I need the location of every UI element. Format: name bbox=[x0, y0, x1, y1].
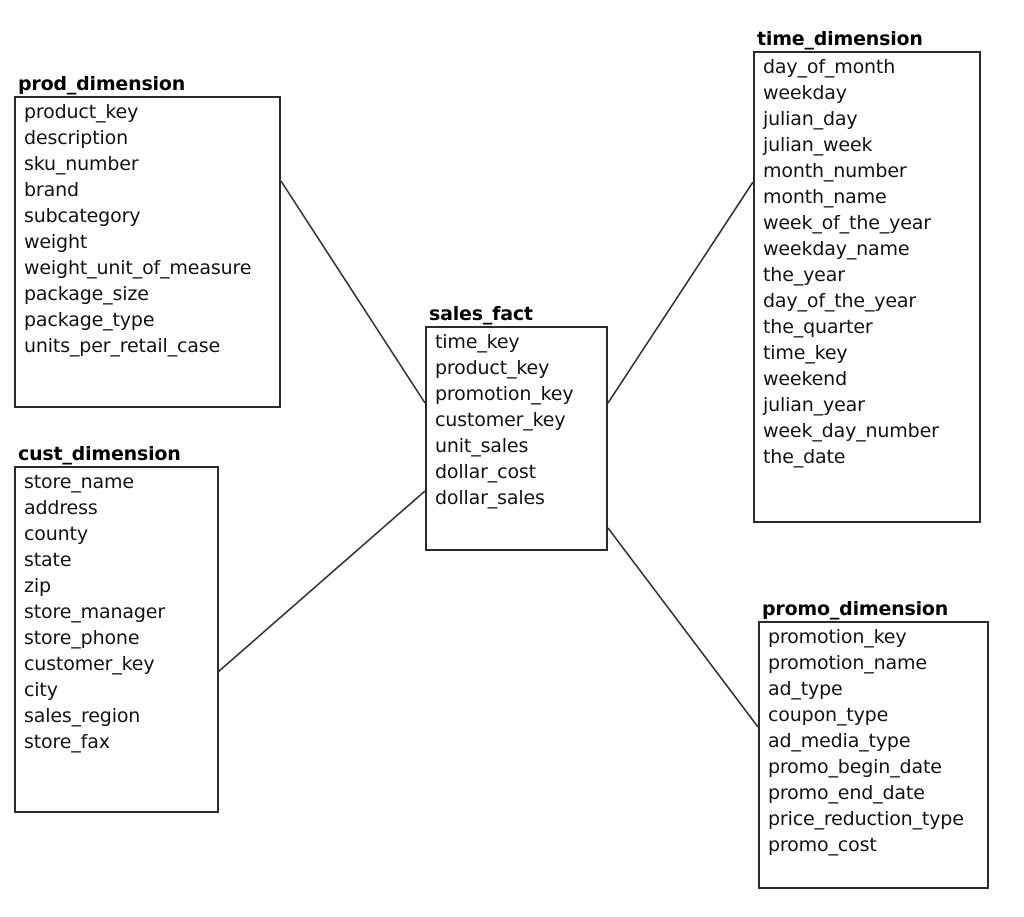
field-item: store_phone bbox=[24, 627, 140, 649]
field-item: units_per_retail_case bbox=[24, 335, 221, 357]
field-item: address bbox=[24, 497, 98, 519]
relationship-line-cust_dimension-to-sales_fact bbox=[217, 490, 426, 673]
field-item: package_size bbox=[24, 283, 149, 305]
field-item: package_type bbox=[24, 309, 155, 331]
field-item: promotion_name bbox=[768, 652, 927, 674]
field-item: weekday_name bbox=[763, 238, 910, 260]
field-list-cust-dimension: store_nameaddress county state zip store_man… bbox=[24, 469, 165, 755]
field-item: day_of_month bbox=[763, 56, 896, 78]
field-item: ad_type bbox=[768, 678, 843, 700]
field-item: zip bbox=[24, 575, 51, 597]
field-item: product_key bbox=[435, 357, 550, 379]
relationship-line-sales_fact-to-promo_dimension bbox=[607, 527, 759, 728]
field-item: time_key bbox=[763, 342, 848, 364]
field-item: coupon_type bbox=[768, 704, 889, 726]
field-item: the_quarter bbox=[763, 316, 873, 338]
field-list-prod-dimension: product_key description sku_numberbrand sub… bbox=[24, 99, 251, 359]
relationship-line-prod_dimension-to-sales_fact bbox=[280, 180, 426, 404]
field-item: julian_week bbox=[763, 134, 873, 156]
field-item: store_manager bbox=[24, 601, 166, 623]
field-item: day_of_the_year bbox=[763, 290, 917, 312]
field-item: dollar_sales bbox=[435, 487, 545, 509]
field-item: unit_sales bbox=[435, 435, 529, 457]
field-item: promo_cost bbox=[768, 834, 877, 856]
field-item: sales_region bbox=[24, 705, 141, 727]
field-item: julian_day bbox=[763, 108, 858, 130]
entity-title-cust-dimension: cust_dimension bbox=[18, 443, 181, 465]
field-item: subcategory bbox=[24, 205, 141, 227]
field-item: brand bbox=[24, 179, 79, 201]
field-item: sku_number bbox=[24, 153, 139, 175]
field-item: week_of_the_year bbox=[763, 212, 931, 234]
field-item: dollar_cost bbox=[435, 461, 536, 483]
field-list-promo-dimension: promotion_key promotion_name ad_typecoupon… bbox=[768, 624, 964, 858]
field-item: weight bbox=[24, 231, 88, 253]
entity-title-time-dimension: time_dimension bbox=[757, 28, 923, 50]
field-item: price_reduction_type bbox=[768, 808, 964, 830]
field-item: the_date bbox=[763, 446, 846, 468]
entity-title-prod-dimension: prod_dimension bbox=[18, 73, 186, 95]
field-item: julian_year bbox=[763, 394, 865, 416]
field-item: month_number bbox=[763, 160, 907, 182]
field-list-time-dimension: day_of_monthweekday julian_day julian_week… bbox=[763, 54, 939, 470]
field-item: weekday bbox=[763, 82, 847, 104]
entity-title-promo-dimension: promo_dimension bbox=[762, 598, 949, 620]
field-item: state bbox=[24, 549, 72, 571]
field-item: description bbox=[24, 127, 128, 149]
field-item: promo_end_date bbox=[768, 782, 925, 804]
field-item: customer_key bbox=[435, 409, 566, 431]
field-item: time_key bbox=[435, 331, 520, 353]
field-item: city bbox=[24, 679, 58, 701]
field-item: the_year bbox=[763, 264, 845, 286]
field-item: store_fax bbox=[24, 731, 110, 753]
star-schema-diagram: prod_dimension product_key description sku… bbox=[0, 0, 1024, 917]
field-item: ad_media_type bbox=[768, 730, 911, 752]
field-item: promotion_key bbox=[435, 383, 574, 405]
field-item: week_day_number bbox=[763, 420, 939, 442]
field-item: promo_begin_date bbox=[768, 756, 942, 778]
entity-title-sales-fact: sales_fact bbox=[429, 303, 533, 325]
field-item: weekend bbox=[763, 368, 847, 390]
relationship-line-sales_fact-to-time_dimension bbox=[607, 181, 754, 404]
field-item: store_name bbox=[24, 471, 134, 493]
field-item: month_name bbox=[763, 186, 887, 208]
field-item: weight_unit_of_measure bbox=[24, 257, 252, 279]
field-item: product_key bbox=[24, 101, 139, 123]
field-item: customer_key bbox=[24, 653, 155, 675]
field-list-sales-fact: time_key product_key promotion_key customer… bbox=[435, 329, 574, 511]
field-item: promotion_key bbox=[768, 626, 907, 648]
field-item: county bbox=[24, 523, 88, 545]
